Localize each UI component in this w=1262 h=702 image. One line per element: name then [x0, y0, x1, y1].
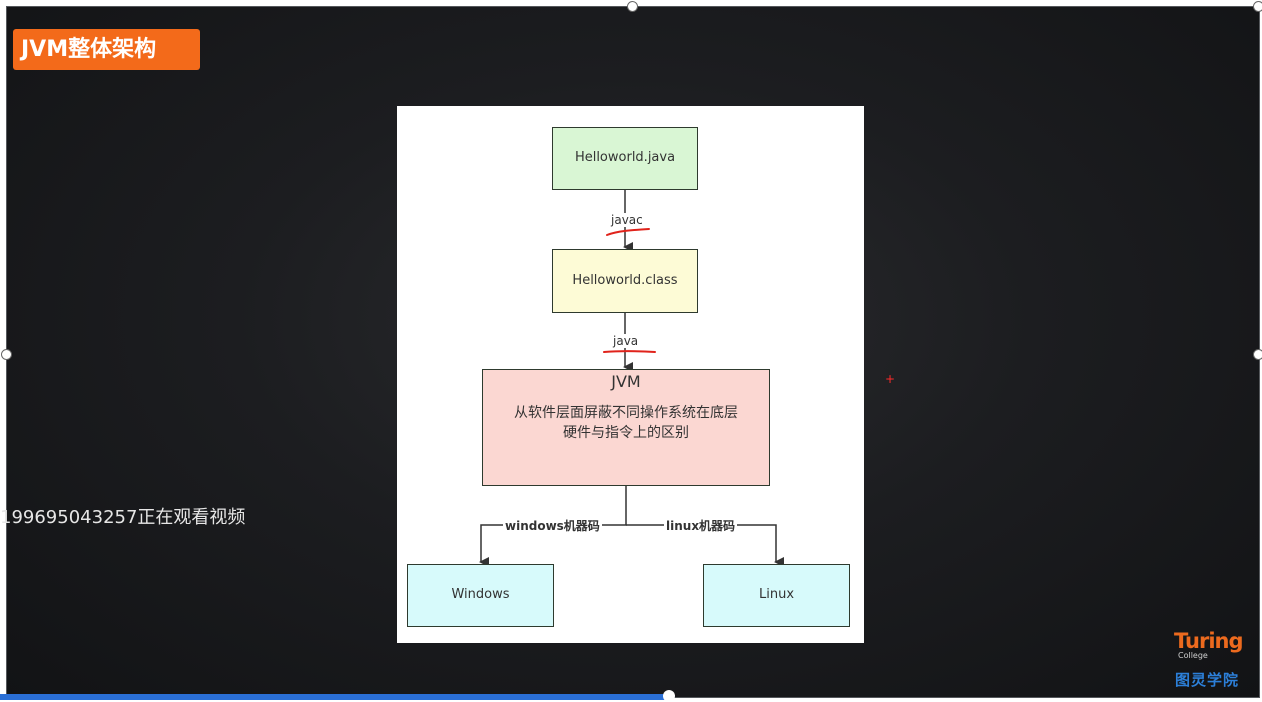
viewer-notice: 199695043257正在观看视频: [0, 507, 246, 528]
turing-college-logo: Turing College 图灵学院: [1170, 619, 1254, 691]
node-linux: Linux: [703, 564, 850, 627]
edge-label-linux-machine-code: linux机器码: [664, 517, 738, 534]
jvm-description: 从软件层面屏蔽不同操作系统在底层 硬件与指令上的区别: [483, 403, 769, 443]
architecture-diagram: Helloworld.java javac Helloworld.class j…: [397, 106, 864, 643]
node-windows: Windows: [407, 564, 554, 627]
cursor-crosshair-icon: +: [885, 372, 896, 386]
playback-progress-bar[interactable]: [0, 694, 669, 700]
resize-handle-top-right[interactable]: [1253, 1, 1262, 12]
logo-sub-text: College: [1178, 651, 1208, 660]
resize-handle-right[interactable]: [1253, 349, 1262, 360]
edge-label-windows-machine-code: windows机器码: [503, 517, 602, 534]
slide-title: JVM整体架构: [13, 29, 200, 70]
presentation-slide: JVM整体架构 Helloworld.java javac Helloworld…: [6, 6, 1260, 698]
logo-chinese-text: 图灵学院: [1175, 671, 1240, 689]
jvm-desc-line-2: 硬件与指令上的区别: [563, 425, 689, 441]
underline-java: [603, 350, 656, 353]
edge-label-javac: javac: [609, 213, 645, 227]
jvm-desc-line-1: 从软件层面屏蔽不同操作系统在底层: [514, 405, 738, 421]
edge-label-java: java: [611, 334, 641, 348]
node-helloworld-java: Helloworld.java: [552, 127, 698, 190]
node-helloworld-class: Helloworld.class: [552, 249, 698, 313]
resize-handle-left[interactable]: [1, 349, 12, 360]
logo-main-text: Turing: [1174, 629, 1244, 653]
underline-javac: [606, 228, 650, 236]
playback-progress-knob[interactable]: [663, 690, 675, 702]
resize-handle-top[interactable]: [627, 1, 638, 12]
node-jvm: JVM 从软件层面屏蔽不同操作系统在底层 硬件与指令上的区别: [482, 369, 770, 486]
jvm-title: JVM: [611, 372, 641, 391]
